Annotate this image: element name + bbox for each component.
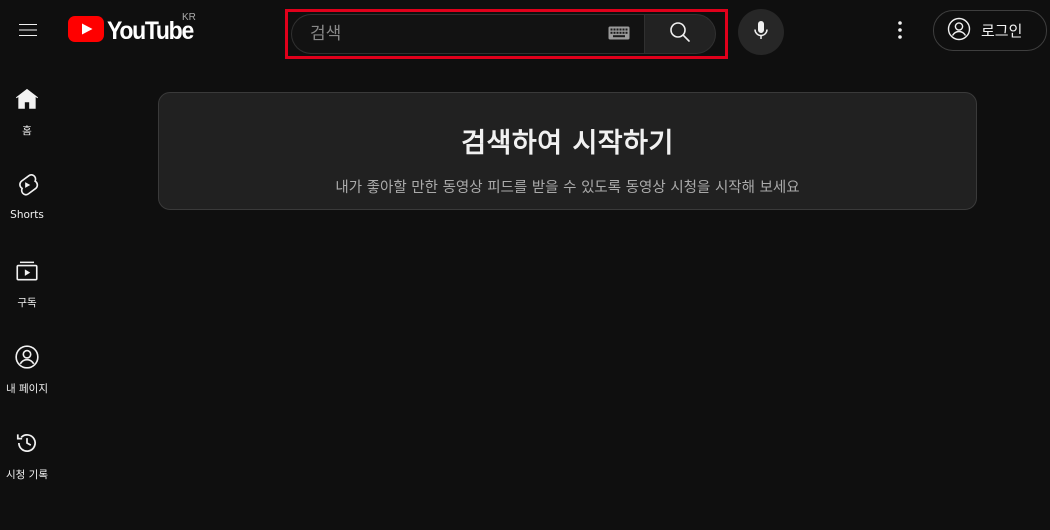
sidebar-item-label: Shorts (10, 209, 44, 221)
more-vertical-icon (888, 18, 912, 46)
feed-nudge-title: 검색하여 시작하기 (461, 128, 674, 159)
search-icon (668, 20, 692, 48)
logo-wordmark: YouTube (107, 16, 194, 45)
microphone-icon (749, 18, 773, 46)
search-button[interactable] (644, 14, 716, 54)
subscriptions-icon (14, 258, 40, 288)
sidebar-item-shorts[interactable]: Shorts (0, 156, 54, 242)
sidebar-item-label: 시청 기록 (6, 469, 48, 481)
account-icon (14, 344, 40, 374)
guide-menu-button[interactable] (8, 12, 48, 52)
keyboard-icon (608, 25, 630, 44)
feed-nudge-subtitle: 내가 좋아할 만한 동영상 피드를 받을 수 있도록 동영상 시청을 시작해 보… (335, 180, 800, 196)
sidebar-item-label: 내 페이지 (6, 383, 48, 395)
home-icon (14, 86, 40, 116)
virtual-keyboard-button[interactable] (604, 24, 634, 44)
signin-label: 로그인 (981, 22, 1023, 40)
youtube-play-icon (68, 16, 104, 46)
mini-guide: 홈 Shorts 구독 내 페이지 시청 기록 (0, 70, 54, 500)
youtube-logo[interactable]: YouTube (68, 14, 200, 48)
feed-nudge-card: 검색하여 시작하기 내가 좋아할 만한 동영상 피드를 받을 수 있도록 동영상… (158, 92, 977, 210)
sidebar-item-label: 홈 (22, 125, 32, 137)
hamburger-icon (16, 18, 40, 46)
masthead: YouTube KR 검색 로그인 (0, 0, 1050, 64)
settings-more-button[interactable] (880, 12, 920, 52)
signin-button[interactable]: 로그인 (933, 10, 1047, 51)
history-icon (14, 430, 40, 460)
search-bar (291, 14, 723, 54)
voice-search-button[interactable] (738, 9, 784, 55)
search-input[interactable] (292, 15, 604, 53)
sidebar-item-history[interactable]: 시청 기록 (0, 414, 54, 500)
sidebar-item-label: 구독 (17, 297, 37, 309)
sidebar-item-home[interactable]: 홈 (0, 70, 54, 156)
country-code: KR (182, 12, 196, 23)
search-input-container (291, 14, 644, 54)
account-circle-icon (947, 17, 971, 45)
shorts-icon (14, 172, 40, 202)
sidebar-item-subscriptions[interactable]: 구독 (0, 242, 54, 328)
sidebar-item-my-page[interactable]: 내 페이지 (0, 328, 54, 414)
